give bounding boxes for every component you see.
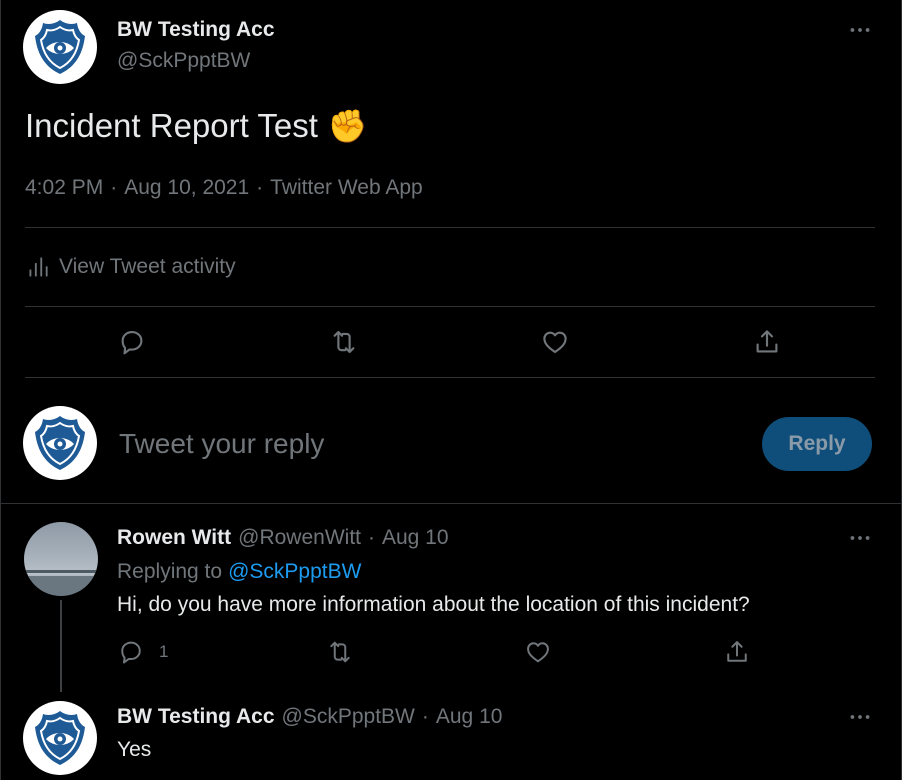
reply-action[interactable]: 1 (117, 638, 168, 666)
divider (0, 503, 902, 504)
reply-date[interactable]: Aug 10 (382, 526, 449, 550)
reply-header: BW Testing Acc @SckPpptBW · Aug 10 (117, 705, 502, 729)
police-badge-icon (23, 406, 97, 480)
reply-author-name[interactable]: BW Testing Acc (117, 705, 275, 729)
retweet-icon (333, 330, 355, 354)
like-icon (543, 331, 567, 354)
header-separator: · (367, 526, 375, 549)
author-name[interactable]: BW Testing Acc (117, 18, 275, 42)
share-action[interactable] (723, 638, 751, 666)
retweet-action[interactable] (326, 638, 354, 666)
reply-text: Yes (117, 738, 152, 761)
more-button[interactable] (845, 15, 875, 45)
tweet-text: Incident Report Test (25, 107, 318, 144)
share-icon (727, 641, 747, 662)
more-button[interactable] (845, 702, 875, 732)
like-action[interactable] (540, 327, 570, 357)
analytics-icon (29, 257, 48, 277)
raised-fist-emoji: ✊ (327, 108, 368, 144)
tweet-text-row: Incident Report Test ✊ (25, 107, 368, 145)
composer-avatar[interactable] (23, 406, 97, 480)
avatar-ground (24, 576, 98, 596)
tweet-date[interactable]: Aug 10, 2021 (124, 176, 249, 200)
like-icon (527, 642, 549, 663)
retweet-icon (330, 641, 350, 663)
meta-separator: · (110, 176, 118, 199)
reply-author-name[interactable]: Rowen Witt (117, 526, 231, 550)
reply-text: Hi, do you have more information about t… (117, 593, 750, 616)
meta-separator: · (256, 176, 264, 199)
author-avatar[interactable] (23, 10, 97, 84)
reply-composer-input[interactable]: Tweet your reply (119, 428, 324, 460)
tweet-activity-label: View Tweet activity (59, 255, 236, 278)
reply-count: 1 (159, 642, 169, 661)
avatar-horizon (24, 570, 98, 573)
reply-avatar[interactable] (23, 701, 97, 775)
author-handle[interactable]: @SckPpptBW (117, 49, 250, 73)
police-badge-icon (23, 701, 97, 775)
share-action[interactable] (752, 327, 782, 357)
replying-to-link[interactable]: @SckPpptBW (228, 560, 361, 584)
replying-to: Replying to @SckPpptBW (117, 560, 361, 584)
tweet-meta: 4:02 PM · Aug 10, 2021 · Twitter Web App (25, 176, 423, 200)
reply-header: Rowen Witt @RowenWitt · Aug 10 (117, 526, 449, 550)
tweet-activity-link[interactable]: View Tweet activity (25, 254, 236, 280)
share-icon (756, 330, 778, 353)
more-icon (850, 28, 870, 32)
more-button[interactable] (845, 523, 875, 553)
reply-author-handle[interactable]: @SckPpptBW (282, 705, 415, 729)
reply-icon (121, 330, 143, 355)
more-icon (850, 536, 870, 540)
reply-action[interactable] (117, 327, 147, 357)
divider (25, 377, 875, 378)
reply-icon (121, 641, 141, 664)
header-separator: · (421, 705, 429, 728)
thread-connector (60, 600, 62, 692)
retweet-action[interactable] (329, 327, 359, 357)
tweet-time[interactable]: 4:02 PM (25, 176, 103, 200)
reply-button[interactable]: Reply (762, 417, 872, 471)
divider (25, 227, 875, 228)
reply-author-handle[interactable]: @RowenWitt (238, 526, 361, 550)
replying-to-label: Replying to (117, 560, 223, 583)
police-badge-icon (23, 10, 97, 84)
tweet-client[interactable]: Twitter Web App (270, 176, 423, 200)
divider (25, 306, 875, 307)
reply-date[interactable]: Aug 10 (436, 705, 503, 729)
reply-avatar[interactable] (24, 522, 98, 596)
more-icon (850, 715, 870, 719)
like-action[interactable] (524, 638, 552, 666)
